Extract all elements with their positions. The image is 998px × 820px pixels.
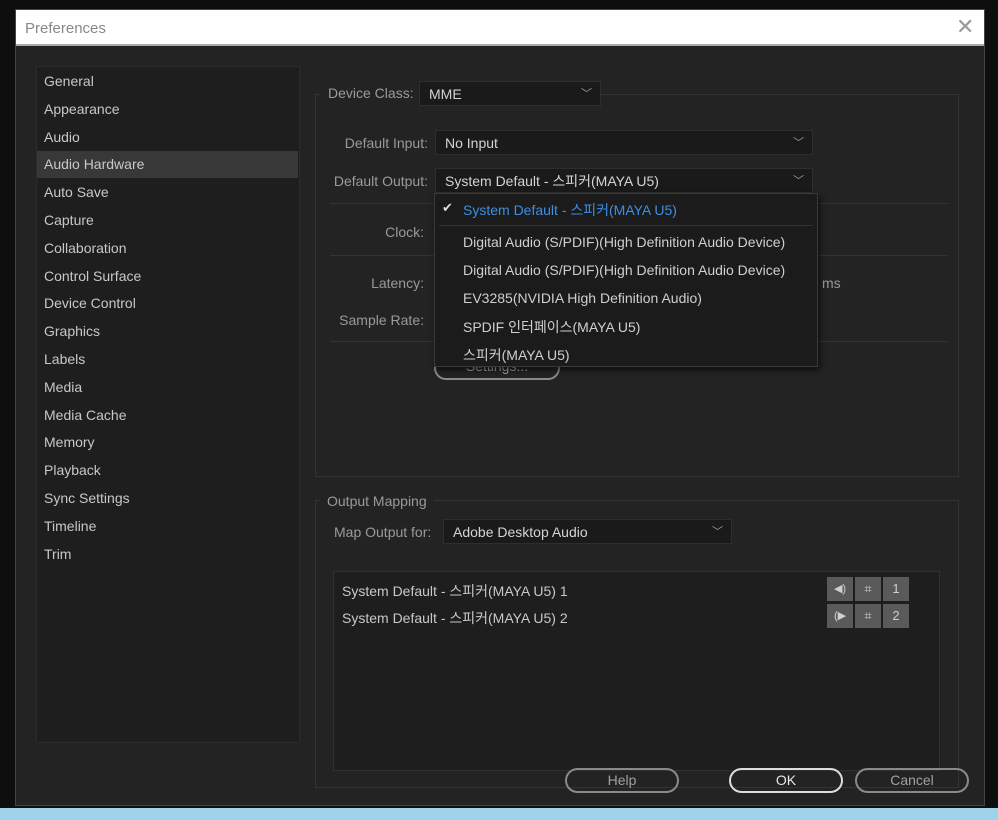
chevron-down-icon: ﹀ <box>793 137 804 149</box>
title-bar: Preferences ✕ <box>16 10 984 46</box>
sidebar-item-audio[interactable]: Audio <box>37 124 298 151</box>
checkmark-icon: ✔ <box>442 200 453 215</box>
preferences-dialog: Preferences ✕ General Appearance Audio Audi… <box>15 9 985 806</box>
default-input-value: No Input <box>445 135 498 151</box>
sidebar-item-appearance[interactable]: Appearance <box>37 96 298 123</box>
device-class-value: MME <box>429 86 462 102</box>
sidebar-item-collaboration[interactable]: Collaboration <box>37 235 298 262</box>
sidebar-item-labels[interactable]: Labels <box>37 346 298 373</box>
window-title: Preferences <box>25 20 106 37</box>
dropdown-option[interactable]: 스피커(MAYA U5) <box>463 345 570 365</box>
dropdown-option[interactable]: System Default - 스피커(MAYA U5) <box>463 200 677 220</box>
sidebar-item-media-cache[interactable]: Media Cache <box>37 402 298 429</box>
cancel-button[interactable]: Cancel <box>855 768 969 793</box>
chevron-down-icon: ﹀ <box>712 526 723 538</box>
device-class-label: Device Class: <box>320 85 422 101</box>
default-output-dropdown-menu: ✔ System Default - 스피커(MAYA U5) Digital Au… <box>434 193 818 367</box>
sidebar-item-general[interactable]: General <box>37 68 298 95</box>
sidebar-item-graphics[interactable]: Graphics <box>37 318 298 345</box>
taskbar-strip <box>0 808 998 820</box>
output-mapping-legend: Output Mapping <box>320 493 434 509</box>
default-output-label: Default Output: <box>333 173 428 189</box>
sample-rate-label: Sample Rate: <box>339 312 424 328</box>
sidebar-item-media[interactable]: Media <box>37 374 298 401</box>
chevron-down-icon: ﹀ <box>793 175 804 187</box>
sidebar: General Appearance Audio Audio Hardware Auto… <box>36 66 300 743</box>
sidebar-item-trim[interactable]: Trim <box>37 541 298 568</box>
menu-separator <box>439 225 813 226</box>
dropdown-option[interactable]: EV3285(NVIDIA High Definition Audio) <box>463 290 702 306</box>
speaker-layout-icon[interactable]: ⌗ <box>855 604 881 628</box>
speaker-right-icon[interactable]: (▶ <box>827 604 853 628</box>
sidebar-item-timeline[interactable]: Timeline <box>37 513 298 540</box>
channel-number[interactable]: 1 <box>883 577 909 601</box>
close-icon[interactable]: ✕ <box>956 14 974 40</box>
sidebar-item-auto-save[interactable]: Auto Save <box>37 179 298 206</box>
channel-row-1[interactable]: System Default - 스피커(MAYA U5) 1 <box>342 581 568 601</box>
ok-button[interactable]: OK <box>729 768 843 793</box>
channel-number[interactable]: 2 <box>883 604 909 628</box>
channel-row-2[interactable]: System Default - 스피커(MAYA U5) 2 <box>342 608 568 628</box>
sidebar-item-device-control[interactable]: Device Control <box>37 290 298 317</box>
speaker-left-icon[interactable]: ◀) <box>827 577 853 601</box>
map-output-select[interactable]: Adobe Desktop Audio ﹀ <box>443 519 732 544</box>
help-button[interactable]: Help <box>565 768 679 793</box>
dropdown-option[interactable]: SPDIF 인터페이스(MAYA U5) <box>463 317 640 337</box>
channel-mapping-list: System Default - 스피커(MAYA U5) 1 System D… <box>333 571 940 771</box>
default-output-select[interactable]: System Default - 스피커(MAYA U5) ﹀ <box>435 168 813 193</box>
dropdown-option[interactable]: Digital Audio (S/PDIF)(High Definition A… <box>463 234 785 250</box>
sidebar-item-audio-hardware[interactable]: Audio Hardware <box>37 151 298 179</box>
dropdown-option[interactable]: Digital Audio (S/PDIF)(High Definition A… <box>463 262 785 278</box>
sidebar-item-playback[interactable]: Playback <box>37 457 298 484</box>
clock-label: Clock: <box>385 224 424 240</box>
sidebar-item-capture[interactable]: Capture <box>37 207 298 234</box>
default-input-select[interactable]: No Input ﹀ <box>435 130 813 155</box>
channel-label: System Default - 스피커(MAYA U5) 1 <box>342 583 568 599</box>
map-output-value: Adobe Desktop Audio <box>453 524 588 540</box>
sidebar-item-memory[interactable]: Memory <box>37 429 298 456</box>
chevron-down-icon: ﹀ <box>581 88 592 100</box>
latency-label: Latency: <box>371 275 424 291</box>
latency-unit: ms <box>822 275 841 291</box>
sidebar-item-sync-settings[interactable]: Sync Settings <box>37 485 298 512</box>
map-output-label: Map Output for: <box>334 524 432 540</box>
speaker-layout-icon[interactable]: ⌗ <box>855 577 881 601</box>
channel-label: System Default - 스피커(MAYA U5) 2 <box>342 610 568 626</box>
default-output-value: System Default - 스피커(MAYA U5) <box>445 173 659 189</box>
device-class-select[interactable]: MME ﹀ <box>419 81 601 106</box>
sidebar-item-control-surface[interactable]: Control Surface <box>37 263 298 290</box>
default-input-label: Default Input: <box>344 135 428 151</box>
